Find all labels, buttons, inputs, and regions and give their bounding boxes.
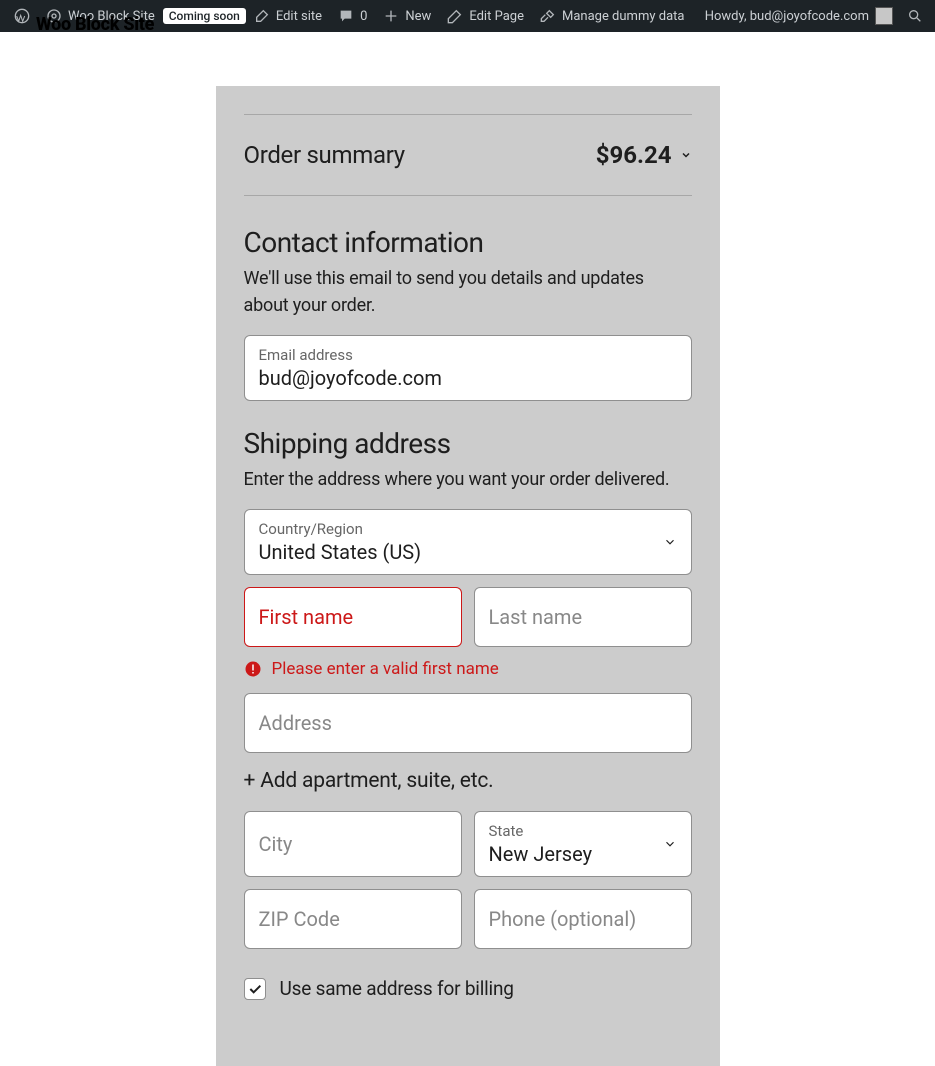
shipping-section: Shipping address Enter the address where…	[230, 427, 706, 1000]
first-name-field[interactable]: First name	[244, 587, 462, 647]
coming-soon-badge: Coming soon	[163, 8, 246, 24]
pencil-icon	[447, 8, 463, 24]
same-billing-row[interactable]: Use same address for billing	[244, 977, 692, 1000]
comments-count: 0	[360, 9, 367, 24]
comment-icon	[338, 8, 354, 24]
phone-placeholder: Phone (optional)	[489, 907, 677, 931]
shipping-desc: Enter the address where you want your or…	[244, 466, 692, 493]
manage-dummy-link[interactable]: Manage dummy data	[532, 0, 693, 32]
manage-dummy-label: Manage dummy data	[562, 9, 685, 24]
error-icon	[244, 660, 262, 678]
phone-field[interactable]: Phone (optional)	[474, 889, 692, 949]
order-summary-toggle[interactable]: Order summary $96.24	[244, 114, 692, 196]
last-name-field[interactable]: Last name	[474, 587, 692, 647]
edit-site-label: Edit site	[276, 9, 322, 24]
tool-icon	[540, 8, 556, 24]
last-name-placeholder: Last name	[489, 605, 677, 629]
country-field[interactable]: Country/Region United States (US)	[244, 509, 692, 575]
checkout-panel: Order summary $96.24 Contact information…	[216, 86, 720, 1066]
shipping-heading: Shipping address	[244, 427, 692, 460]
chevron-down-icon	[663, 535, 677, 549]
state-field[interactable]: State New Jersey	[474, 811, 692, 877]
contact-heading: Contact information	[244, 226, 692, 259]
city-field[interactable]: City	[244, 811, 462, 877]
city-placeholder: City	[259, 832, 447, 856]
contact-desc: We'll use this email to send you details…	[244, 265, 692, 319]
scrollbar[interactable]	[927, 0, 935, 936]
state-label: State	[489, 822, 677, 840]
email-value: bud@joyofcode.com	[259, 366, 677, 390]
zip-placeholder: ZIP Code	[259, 907, 447, 931]
edit-page-label: Edit Page	[469, 9, 524, 24]
edit-site-link[interactable]: Edit site	[246, 0, 330, 32]
new-label: New	[405, 9, 431, 24]
order-total-value: $96.24	[596, 141, 672, 169]
first-name-error-text: Please enter a valid first name	[272, 659, 499, 679]
email-label: Email address	[259, 346, 677, 364]
country-label: Country/Region	[259, 520, 677, 538]
address-placeholder: Address	[259, 711, 677, 735]
first-name-placeholder: First name	[259, 605, 447, 629]
search-icon	[907, 8, 923, 24]
site-title: Woo Block Site	[36, 14, 154, 35]
add-apartment-link[interactable]: + Add apartment, suite, etc.	[244, 769, 692, 793]
howdy-text: Howdy, bud@joyofcode.com	[705, 9, 869, 24]
chevron-down-icon	[663, 837, 677, 851]
brush-icon	[254, 8, 270, 24]
scroll-thumb[interactable]	[927, 0, 935, 260]
same-billing-label: Use same address for billing	[280, 977, 514, 1000]
email-field[interactable]: Email address bud@joyofcode.com	[244, 335, 692, 401]
same-billing-checkbox[interactable]	[244, 978, 266, 1000]
new-link[interactable]: New	[375, 0, 439, 32]
howdy-link[interactable]: Howdy, bud@joyofcode.com	[697, 0, 901, 32]
state-value: New Jersey	[489, 842, 677, 866]
zip-field[interactable]: ZIP Code	[244, 889, 462, 949]
country-value: United States (US)	[259, 540, 677, 564]
first-name-error: Please enter a valid first name	[244, 659, 692, 679]
plus-icon	[383, 8, 399, 24]
order-summary-title: Order summary	[244, 141, 405, 169]
adminbar-right: Howdy, bud@joyofcode.com	[697, 0, 929, 32]
wp-logo[interactable]	[6, 0, 38, 32]
wordpress-icon	[14, 8, 30, 24]
chevron-down-icon	[680, 149, 692, 161]
address-field[interactable]: Address	[244, 693, 692, 753]
avatar	[875, 7, 893, 25]
check-icon	[247, 981, 263, 997]
order-summary-total: $96.24	[596, 141, 692, 169]
edit-page-link[interactable]: Edit Page	[439, 0, 532, 32]
search-toggle[interactable]	[901, 0, 929, 32]
contact-section: Contact information We'll use this email…	[230, 226, 706, 401]
comments-link[interactable]: 0	[330, 0, 375, 32]
